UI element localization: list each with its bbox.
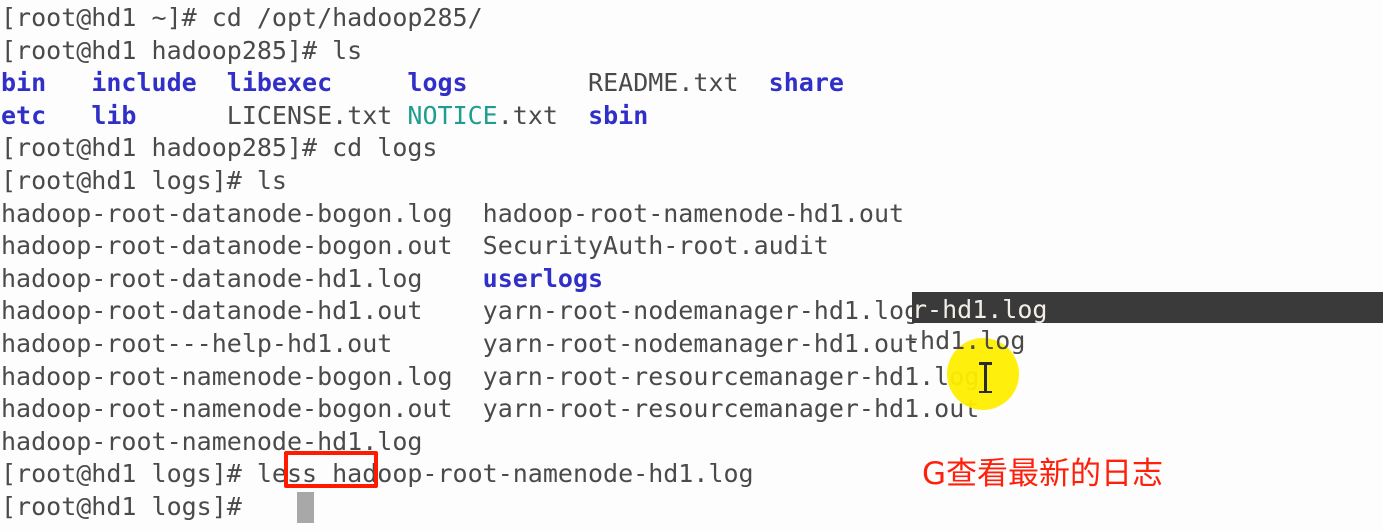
ls-entry-etc: etc xyxy=(1,100,47,130)
ls-gap xyxy=(392,101,407,130)
terminal-line-prompt-cd-logs: [root@hd1 hadoop285]# cd logs xyxy=(1,133,438,163)
ls-gap xyxy=(558,101,588,130)
annotation-text: G查看最新的日志 xyxy=(922,456,1164,492)
ls-gap xyxy=(468,68,588,97)
ls-gap xyxy=(739,68,769,97)
ls-entry-include: include xyxy=(91,68,197,98)
terminal-line-logs-row-8: hadoop-root-namenode-hd1.log xyxy=(1,426,423,456)
terminal-line-logs-row-5: hadoop-root---help-hd1.out yarn-root-nod… xyxy=(1,328,920,358)
ls-entry-license: LICENSE.txt xyxy=(226,100,393,130)
terminal-cursor xyxy=(297,492,314,523)
ls-gap xyxy=(197,68,227,97)
terminal-line-logs-row-7: hadoop-root-namenode-bogon.out yarn-root… xyxy=(1,394,980,424)
ls-entry-readme: README.txt xyxy=(588,68,739,98)
ls-entry-notice-ext: .txt xyxy=(497,100,558,130)
ls-entry-sbin: sbin xyxy=(588,100,649,130)
terminal-line-prompt-final: [root@hd1 logs]# xyxy=(1,491,257,521)
terminal-output: [root@hd1 ~]# cd /opt/hadoop285/ [root@h… xyxy=(0,2,1383,524)
terminal-line-logs-row-1: hadoop-root-datanode-bogon.log hadoop-ro… xyxy=(1,198,905,228)
terminal-line-ls-row-1: bin include libexec logs README.txt shar… xyxy=(0,67,1383,100)
terminal-line-logs-row-2: hadoop-root-datanode-bogon.out SecurityA… xyxy=(1,231,829,261)
terminal-line-logs-row-3: hadoop-root-datanode-hd1.log userlogs xyxy=(0,263,1383,296)
terminal-line-logs-row-6: hadoop-root-namenode-bogon.log yarn-root… xyxy=(1,361,980,391)
annotation-box-less-command xyxy=(284,451,378,488)
ls-gap xyxy=(332,68,407,97)
ls-entry-logs: logs xyxy=(407,68,468,98)
ls-entry-notice: NOTICE xyxy=(407,100,498,130)
text-cursor-icon xyxy=(979,362,992,393)
terminal-line-prompt-ls-hadoop: [root@hd1 hadoop285]# ls xyxy=(1,35,363,65)
logs-entry-datanode-hd1-log: hadoop-root-datanode-hd1.log xyxy=(1,263,423,293)
ls-entry-lib: lib xyxy=(91,100,137,130)
ls-gap xyxy=(46,101,91,130)
ls-entry-bin: bin xyxy=(1,68,47,98)
ls-gap xyxy=(46,68,91,97)
terminal-line-prompt-less: [root@hd1 logs]# less hadoop-root-nameno… xyxy=(1,459,754,489)
ls-gap xyxy=(136,101,226,130)
terminal-line-ls-row-2: etc lib LICENSE.txt NOTICE.txt sbin xyxy=(0,100,1383,133)
logs-entry-userlogs: userlogs xyxy=(482,263,604,293)
terminal-window[interactable]: [root@hd1 ~]# cd /opt/hadoop285/ [root@h… xyxy=(0,0,1383,531)
ls-entry-share: share xyxy=(768,68,844,98)
ls-entry-libexec: libexec xyxy=(226,68,333,98)
halo-overlay-text-nodemanager-out: -hd1.log xyxy=(905,326,1026,355)
logs-gap xyxy=(422,264,482,293)
terminal-line-prompt-cd-hadoop: [root@hd1 ~]# cd /opt/hadoop285/ xyxy=(1,3,483,32)
terminal-line-prompt-ls-logs: [root@hd1 logs]# ls xyxy=(1,165,287,195)
text-selection-content[interactable]: r-hd1.log xyxy=(912,294,1047,325)
